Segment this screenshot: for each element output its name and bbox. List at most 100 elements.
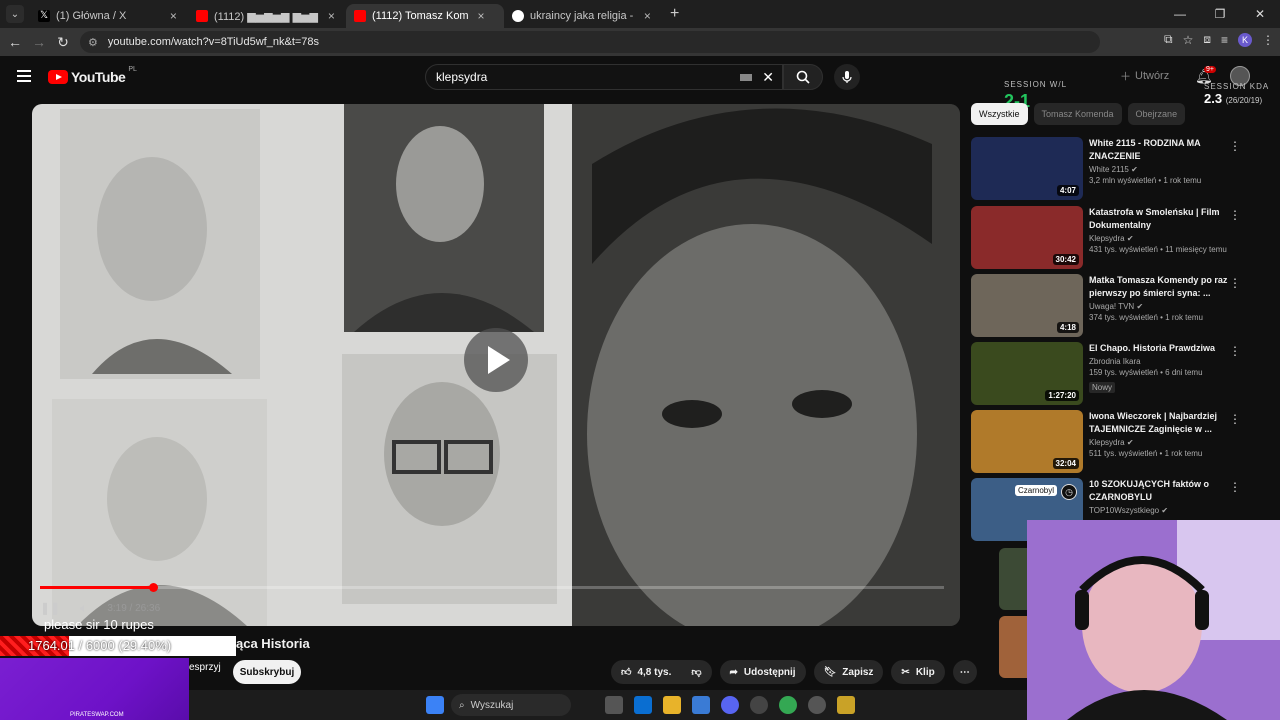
- recommended-video[interactable]: 4:07 White 2115 - RODZINA MA ZNACZENIE W…: [971, 137, 1271, 203]
- voice-search-button[interactable]: [834, 64, 860, 90]
- search-input[interactable]: klepsydra ✕: [425, 64, 783, 90]
- share-button[interactable]: ➦ Udostępnij: [719, 660, 806, 684]
- app-icon[interactable]: [750, 696, 768, 714]
- taskbar-search[interactable]: ⌕ Wyszukaj: [451, 694, 571, 716]
- outlook-icon[interactable]: [634, 696, 652, 714]
- join-button[interactable]: esprzyj: [189, 662, 221, 673]
- back-icon[interactable]: ←: [3, 34, 27, 50]
- video-thumbnail[interactable]: 32:04: [971, 410, 1083, 473]
- chip-watched[interactable]: Obejrzane: [1127, 103, 1186, 125]
- menu-kebab-icon[interactable]: ⋮: [1262, 33, 1274, 47]
- watch-later-clock-icon[interactable]: ◷: [1061, 484, 1077, 500]
- recommendation-chips: Wszystkie Tomasz Komenda Obejrzane: [971, 103, 1186, 125]
- app-icon[interactable]: [837, 696, 855, 714]
- browser-tab[interactable]: 𝕏 (1) Główna / X ×: [30, 4, 188, 28]
- video-title[interactable]: White 2115 - RODZINA MA ZNACZENIE: [1089, 137, 1239, 163]
- clip-button[interactable]: ✂ Klip: [891, 660, 945, 684]
- minimize-icon[interactable]: —: [1160, 0, 1200, 28]
- video-title[interactable]: Matka Tomasza Komendy po raz pierwszy po…: [1089, 274, 1239, 300]
- create-button[interactable]: ＋ Utwórz: [1120, 68, 1169, 84]
- close-tab-icon[interactable]: ×: [474, 9, 488, 23]
- recommended-video[interactable]: 1:27:20 El Chapo. Historia Prawdziwa Zbr…: [971, 342, 1271, 408]
- bookmark-star-icon[interactable]: ☆: [1183, 33, 1194, 47]
- new-tab-button[interactable]: +: [670, 5, 679, 23]
- more-vertical-icon[interactable]: ⋮: [1229, 344, 1241, 358]
- more-actions-button[interactable]: ⋯: [952, 660, 977, 684]
- subscribe-button[interactable]: Subskrybuj: [233, 660, 301, 684]
- channel-name[interactable]: Klepsydra: [1089, 438, 1125, 447]
- progress-scrubber[interactable]: [149, 583, 158, 592]
- channel-name[interactable]: Klepsydra: [1089, 234, 1125, 243]
- close-tab-icon[interactable]: ×: [325, 9, 338, 23]
- video-title[interactable]: Katastrofa w Smoleńsku | Film Dokumental…: [1089, 206, 1239, 232]
- recommended-video[interactable]: 32:04 Iwona Wieczorek | Najbardziej TAJE…: [971, 410, 1271, 476]
- windows-start-icon[interactable]: [426, 696, 444, 714]
- app-icon[interactable]: [808, 696, 826, 714]
- pause-icon[interactable]: ❚❚: [40, 601, 60, 615]
- more-vertical-icon[interactable]: ⋮: [1229, 139, 1241, 153]
- youtube-logo[interactable]: YouTube PL: [48, 66, 137, 85]
- chip-all[interactable]: Wszystkie: [971, 103, 1028, 125]
- video-thumbnail[interactable]: [999, 616, 1027, 678]
- chrome-icon[interactable]: [779, 696, 797, 714]
- volume-icon[interactable]: 🔈︎: [80, 601, 87, 616]
- reading-list-icon[interactable]: ≡: [1221, 33, 1228, 47]
- search-value: klepsydra: [436, 70, 488, 84]
- channel-name[interactable]: TOP10Wszystkiego: [1089, 506, 1159, 515]
- duration-badge: 1:27:20: [1045, 390, 1079, 401]
- search-button[interactable]: [783, 64, 823, 90]
- extensions-icon[interactable]: ⧈: [1203, 32, 1211, 47]
- progress-fill: [40, 586, 153, 589]
- address-bar[interactable]: ⚙ youtube.com/watch?v=8TiUd5wf_nk&t=78s: [80, 31, 1100, 53]
- browser-tab-active[interactable]: (1112) Tomasz Komenda i Je ×: [346, 4, 504, 28]
- clear-search-icon[interactable]: ✕: [762, 69, 774, 86]
- session-kda-value: 2.3: [1204, 91, 1223, 106]
- video-player[interactable]: [32, 104, 960, 626]
- discord-icon[interactable]: [721, 696, 739, 714]
- channel-name[interactable]: Zbrodnia Ikara: [1089, 357, 1141, 366]
- video-thumbnail[interactable]: 4:18: [971, 274, 1083, 337]
- more-vertical-icon[interactable]: ⋮: [1229, 412, 1241, 426]
- task-view-icon[interactable]: [605, 696, 623, 714]
- big-play-button[interactable]: [464, 328, 528, 392]
- restore-icon[interactable]: ❐: [1200, 0, 1240, 28]
- video-title[interactable]: El Chapo. Historia Prawdziwa: [1089, 342, 1239, 355]
- hamburger-menu-icon[interactable]: [17, 70, 31, 85]
- more-vertical-icon[interactable]: ⋮: [1229, 208, 1241, 222]
- close-tab-icon[interactable]: ×: [641, 9, 654, 23]
- video-thumbnail[interactable]: 4:07: [971, 137, 1083, 200]
- file-explorer-icon[interactable]: [663, 696, 681, 714]
- video-thumbnail[interactable]: [999, 548, 1027, 610]
- store-icon[interactable]: [692, 696, 710, 714]
- browser-tab[interactable]: (1112) ▆▅▆▅▆ ▆▅▆ MUZA ×: [188, 4, 346, 28]
- video-progress-bar[interactable]: [40, 583, 944, 592]
- site-info-icon[interactable]: ⚙: [88, 36, 98, 49]
- webcam-image: [1027, 520, 1280, 720]
- video-thumbnail[interactable]: 1:27:20: [971, 342, 1083, 405]
- save-button[interactable]: 🔖︎ Zapisz: [813, 660, 884, 684]
- channel-name[interactable]: White 2115: [1089, 165, 1129, 174]
- video-title[interactable]: Iwona Wieczorek | Najbardziej TAJEMNICZE…: [1089, 410, 1239, 436]
- channel-name[interactable]: Uwaga! TVN: [1089, 302, 1134, 311]
- close-tab-icon[interactable]: ×: [167, 9, 180, 23]
- keyboard-icon[interactable]: [740, 74, 752, 81]
- video-thumbnail[interactable]: 30:42: [971, 206, 1083, 269]
- share-label: Udostępnij: [743, 666, 796, 678]
- install-icon[interactable]: ⧉: [1164, 32, 1173, 47]
- recommended-video[interactable]: 4:18 Matka Tomasza Komendy po raz pierws…: [971, 274, 1271, 340]
- profile-avatar[interactable]: K: [1238, 32, 1252, 47]
- more-vertical-icon[interactable]: ⋮: [1229, 276, 1241, 290]
- forward-icon[interactable]: →: [27, 34, 51, 50]
- browser-tab[interactable]: ukraincy jaka religia - Szukaj w ×: [504, 4, 662, 28]
- tab-search-button[interactable]: ⌄: [6, 5, 24, 23]
- donation-message: please sir 10 rupes: [44, 617, 154, 632]
- chip-tomasz-komenda[interactable]: Tomasz Komenda: [1033, 103, 1122, 125]
- close-window-icon[interactable]: ✕: [1240, 0, 1280, 28]
- more-vertical-icon[interactable]: ⋮: [1229, 480, 1241, 494]
- youtube-favicon-icon: [196, 10, 208, 22]
- reload-icon[interactable]: ↻: [51, 34, 75, 51]
- video-title[interactable]: 10 SZOKUJĄCYCH faktów o CZARNOBYLU: [1089, 478, 1239, 504]
- recommended-video[interactable]: 30:42 Katastrofa w Smoleńsku | Film Doku…: [971, 206, 1271, 272]
- dislike-button[interactable]: 👎︎: [681, 660, 712, 684]
- like-button[interactable]: 👍︎ 4,8 tys.: [611, 660, 682, 684]
